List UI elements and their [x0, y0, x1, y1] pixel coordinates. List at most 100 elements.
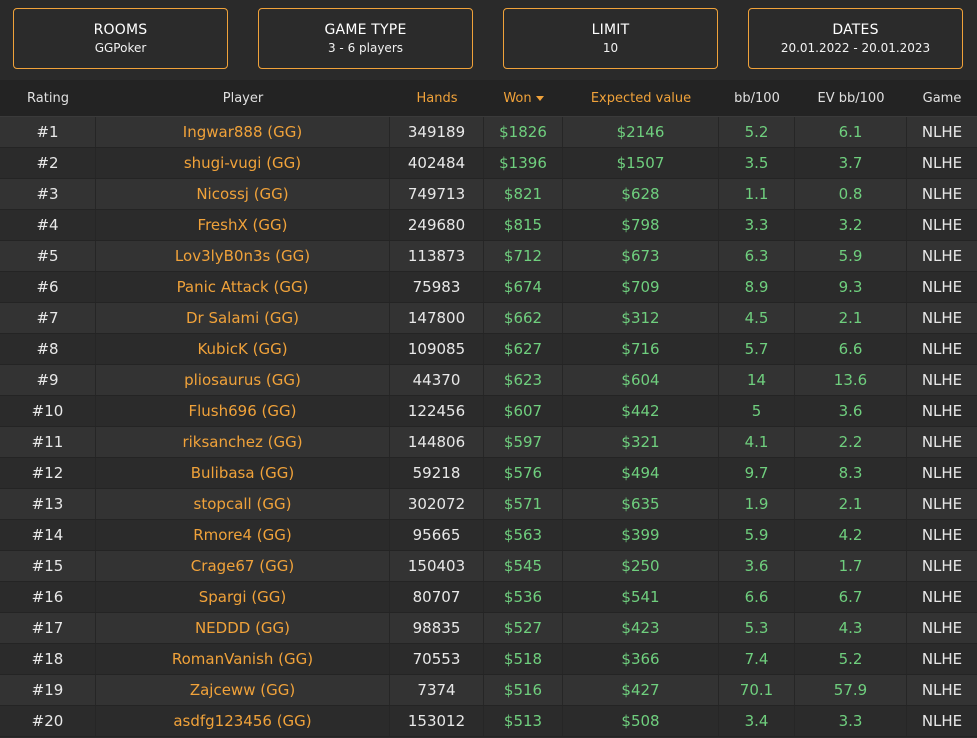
ev-bb100-cell: 57.9 [795, 675, 907, 705]
expected-value-cell: $494 [563, 458, 719, 488]
table-row: #3 Nicossj (GG) 749713 $821 $628 1.1 0.8 NLHE [0, 179, 977, 210]
header-expected-value[interactable]: Expected value [563, 80, 719, 117]
dates-filter-title: DATES [832, 22, 879, 38]
hands-cell: 150403 [390, 551, 484, 581]
rating-cell: #18 [0, 644, 96, 674]
table-row: #19 Zajceww (GG) 7374 $516 $427 70.1 57.9 NLHE [0, 675, 977, 706]
header-rating: Rating [27, 91, 69, 106]
rating-cell: #5 [0, 241, 96, 271]
bb100-cell: 3.4 [719, 706, 795, 736]
hands-cell: 95665 [390, 520, 484, 550]
player-name[interactable]: Flush696 (GG) [96, 396, 390, 426]
dates-filter-value: 20.01.2022 - 20.01.2023 [780, 41, 931, 55]
game-cell: NLHE [921, 526, 963, 544]
header-ev-bb100: EV bb/100 [817, 91, 885, 106]
player-name[interactable]: pliosaurus (GG) [96, 365, 390, 395]
player-name[interactable]: Nicossj (GG) [96, 179, 390, 209]
bb100-cell: 3.6 [719, 551, 795, 581]
bb100-cell: 5.9 [719, 520, 795, 550]
game-cell: NLHE [921, 464, 963, 482]
ev-bb100-cell: 3.3 [795, 706, 907, 736]
player-name[interactable]: Crage67 (GG) [96, 551, 390, 581]
bb100-cell: 70.1 [719, 675, 795, 705]
ev-bb100-cell: 5.2 [795, 644, 907, 674]
player-name[interactable]: RomanVanish (GG) [96, 644, 390, 674]
bb100-cell: 5 [719, 396, 795, 426]
hands-cell: 302072 [390, 489, 484, 519]
caret-down-icon [535, 96, 544, 101]
ev-bb100-cell: 4.2 [795, 520, 907, 550]
player-name[interactable]: FreshX (GG) [96, 210, 390, 240]
won-cell: $712 [484, 241, 563, 271]
expected-value-cell: $423 [563, 613, 719, 643]
game-cell: NLHE [921, 278, 963, 296]
filters-bar: ROOMS GGPoker GAME TYPE 3 - 6 players LI… [0, 0, 977, 80]
table-header: Rating Player Hands Won Expected value b… [0, 80, 977, 117]
player-name[interactable]: stopcall (GG) [96, 489, 390, 519]
player-name[interactable]: shugi-vugi (GG) [96, 148, 390, 178]
game-cell: NLHE [921, 216, 963, 234]
game-cell: NLHE [921, 247, 963, 265]
expected-value-cell: $427 [563, 675, 719, 705]
hands-cell: 153012 [390, 706, 484, 736]
player-name[interactable]: Lov3lyB0n3s (GG) [96, 241, 390, 271]
hands-cell: 75983 [390, 272, 484, 302]
ev-bb100-cell: 6.7 [795, 582, 907, 612]
hands-cell: 113873 [390, 241, 484, 271]
player-name[interactable]: Rmore4 (GG) [96, 520, 390, 550]
won-cell: $576 [484, 458, 563, 488]
bb100-cell: 6.3 [719, 241, 795, 271]
player-name[interactable]: KubicK (GG) [96, 334, 390, 364]
expected-value-cell: $541 [563, 582, 719, 612]
table-row: #1 Ingwar888 (GG) 349189 $1826 $2146 5.2 6.1 NL… [0, 117, 977, 148]
ev-bb100-cell: 6.6 [795, 334, 907, 364]
player-name[interactable]: Ingwar888 (GG) [96, 117, 390, 147]
game-cell: NLHE [921, 340, 963, 358]
rating-cell: #6 [0, 272, 96, 302]
expected-value-cell: $604 [563, 365, 719, 395]
player-name[interactable]: Bulibasa (GG) [96, 458, 390, 488]
player-name[interactable]: NEDDD (GG) [96, 613, 390, 643]
expected-value-cell: $1507 [563, 148, 719, 178]
dates-filter[interactable]: DATES 20.01.2022 - 20.01.2023 [748, 8, 963, 69]
won-cell: $1396 [484, 148, 563, 178]
table-row: #4 FreshX (GG) 249680 $815 $798 3.3 3.2 NLHE [0, 210, 977, 241]
won-cell: $527 [484, 613, 563, 643]
game-cell: NLHE [921, 619, 963, 637]
won-cell: $545 [484, 551, 563, 581]
player-name[interactable]: Zajceww (GG) [96, 675, 390, 705]
ev-bb100-cell: 2.1 [795, 303, 907, 333]
expected-value-cell: $709 [563, 272, 719, 302]
rooms-filter[interactable]: ROOMS GGPoker [13, 8, 228, 69]
rating-cell: #11 [0, 427, 96, 457]
expected-value-cell: $2146 [563, 117, 719, 147]
game-cell: NLHE [921, 309, 963, 327]
game-type-filter-value: 3 - 6 players [327, 41, 404, 55]
rating-cell: #15 [0, 551, 96, 581]
table-row: #2 shugi-vugi (GG) 402484 $1396 $1507 3.5 3.7 N… [0, 148, 977, 179]
player-name[interactable]: riksanchez (GG) [96, 427, 390, 457]
rating-cell: #4 [0, 210, 96, 240]
game-cell: NLHE [921, 433, 963, 451]
ev-bb100-cell: 9.3 [795, 272, 907, 302]
won-cell: $627 [484, 334, 563, 364]
game-type-filter[interactable]: GAME TYPE 3 - 6 players [258, 8, 473, 69]
player-name[interactable]: Spargi (GG) [96, 582, 390, 612]
expected-value-cell: $635 [563, 489, 719, 519]
player-name[interactable]: Dr Salami (GG) [96, 303, 390, 333]
header-won[interactable]: Won [484, 80, 563, 117]
header-hands[interactable]: Hands [390, 80, 484, 117]
game-cell: NLHE [921, 371, 963, 389]
rating-cell: #7 [0, 303, 96, 333]
hands-cell: 122456 [390, 396, 484, 426]
bb100-cell: 9.7 [719, 458, 795, 488]
limit-filter[interactable]: LIMIT 10 [503, 8, 718, 69]
table-row: #11 riksanchez (GG) 144806 $597 $321 4.1 2.2 NL… [0, 427, 977, 458]
hands-cell: 249680 [390, 210, 484, 240]
hands-cell: 109085 [390, 334, 484, 364]
rooms-filter-value: GGPoker [94, 41, 147, 55]
bb100-cell: 3.3 [719, 210, 795, 240]
player-name[interactable]: Panic Attack (GG) [96, 272, 390, 302]
player-name[interactable]: asdfg123456 (GG) [96, 706, 390, 736]
rating-cell: #8 [0, 334, 96, 364]
